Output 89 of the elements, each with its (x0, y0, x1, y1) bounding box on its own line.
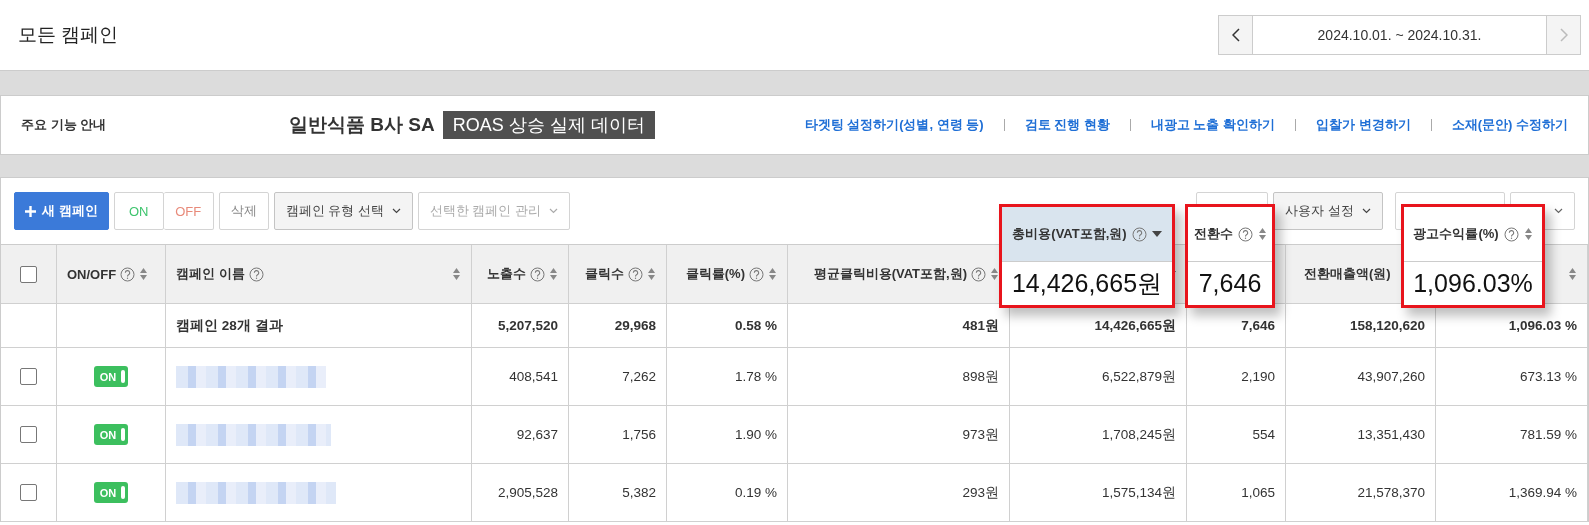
sort-icon[interactable] (1523, 227, 1533, 241)
header-cell[interactable]: 클릭률(%) (667, 245, 788, 304)
custom-settings-select[interactable]: 사용자 설정 (1273, 192, 1383, 230)
table-cell: 1,756 (569, 406, 667, 464)
table-cell: 13,351,430 (1286, 406, 1436, 464)
summary-label: 캠페인 28개 결과 (166, 304, 472, 348)
table-cell: 6,522,879원 (1010, 348, 1187, 406)
previous-button[interactable] (1219, 16, 1252, 54)
checkbox[interactable] (20, 426, 37, 443)
guide-link[interactable]: 입찰가 변경하기 (1316, 116, 1411, 134)
help-icon[interactable] (1237, 226, 1253, 242)
table-cell: 1,065 (1187, 464, 1286, 522)
guide-headline: 일반식품 B사 SA (289, 113, 435, 137)
table-cell: 1.78 % (667, 348, 788, 406)
chevron-down-icon (1554, 208, 1563, 214)
new-campaign-button[interactable]: 새 캠페인 (14, 192, 109, 230)
plus-icon (25, 205, 36, 217)
guide-link[interactable]: 검토 진행 현황 (1024, 116, 1110, 134)
dropdown-select[interactable]: 캠페인 유형 선택 (273, 192, 413, 230)
help-icon[interactable] (1131, 226, 1147, 242)
table-cell: 21,578,370 (1286, 464, 1436, 522)
guide-label: 주요 기능 안내 (21, 116, 108, 134)
chevron-down-icon (549, 208, 559, 214)
header-cell[interactable]: 클릭수 (569, 245, 667, 304)
callout-label: 광고수익률(%) (1413, 225, 1499, 243)
toggle-button[interactable]: OFF (163, 192, 214, 230)
table-cell: 92,637 (472, 406, 569, 464)
header-cell[interactable]: 노출수 (472, 245, 569, 304)
column-header: ON/OFF (67, 266, 117, 282)
chevron-down-icon (1362, 208, 1371, 214)
table-cell: 7,262 (569, 348, 667, 406)
table-cell: 5,382 (569, 464, 667, 522)
sort-icon[interactable] (452, 267, 461, 281)
table-cell: 554 (1187, 406, 1286, 464)
table-cell: 0.19 % (667, 464, 788, 522)
header-cell[interactable]: 캠페인 이름 (166, 245, 472, 304)
callout-label: 총비용(VAT포함,원) (1012, 225, 1127, 243)
table-cell: 1,369.94 % (1436, 464, 1588, 522)
page-title: 모든 캠페인 (18, 23, 119, 47)
column-header: 클릭률(%) (685, 265, 745, 283)
table-cell: 43,907,260 (1286, 348, 1436, 406)
guide-link[interactable]: 소재(문안) 수정하기 (1451, 116, 1568, 134)
chevron-down-icon (391, 208, 401, 214)
checkbox[interactable] (20, 265, 37, 283)
summary-cell: 0.58 % (667, 304, 788, 348)
table-cell: 781.59 % (1436, 406, 1588, 464)
delete-button[interactable]: 삭제 (218, 192, 269, 230)
callout-value: 7,646 (1198, 269, 1262, 298)
sort-icon[interactable] (1568, 267, 1577, 281)
header-cell[interactable]: ON/OFF (57, 245, 166, 304)
table-cell: 1,575,134원 (1010, 464, 1187, 522)
summary-cell: 5,207,520 (472, 304, 569, 348)
help-icon[interactable] (248, 266, 264, 282)
table-cell: 898원 (788, 348, 1010, 406)
table-cell: 973원 (788, 406, 1010, 464)
callout-value: 14,426,665원 (1011, 268, 1163, 299)
guide-link[interactable]: 내광고 노출 확인하기 (1150, 116, 1276, 134)
sort-desc-icon[interactable] (1151, 231, 1162, 237)
help-icon[interactable] (971, 266, 986, 282)
sort-icon[interactable] (768, 267, 777, 281)
column-header: 노출수 (487, 265, 526, 283)
summary-cell: 29,968 (569, 304, 667, 348)
help-icon[interactable] (530, 266, 545, 282)
help-icon[interactable] (749, 266, 764, 282)
table-cell: 673.13 % (1436, 348, 1588, 406)
table-cell: 408,541 (472, 348, 569, 406)
chevron-left-icon (1231, 28, 1240, 42)
sort-icon[interactable] (1257, 227, 1267, 241)
table-cell: 1,708,245원 (1010, 406, 1187, 464)
column-header: 전환매출액(원) (1304, 265, 1391, 283)
help-icon[interactable] (120, 266, 136, 282)
column-header: 평균클릭비용(VAT포함,원) (813, 265, 967, 283)
column-header: 캠페인 이름 (176, 265, 245, 283)
guide-tag: ROAS 상승 실제 데이터 (442, 111, 655, 139)
guide-link[interactable]: 타겟팅 설정하기(성별, 연령 등) (804, 116, 984, 134)
sort-icon[interactable] (139, 267, 149, 281)
checkbox[interactable] (20, 368, 37, 385)
help-icon[interactable] (1503, 226, 1519, 242)
table-cell: 293원 (788, 464, 1010, 522)
sort-icon[interactable] (647, 267, 656, 281)
sort-icon[interactable] (549, 267, 558, 281)
table-cell: 2,190 (1187, 348, 1286, 406)
checkbox[interactable] (20, 484, 37, 501)
callout-label: 전환수 (1193, 225, 1233, 243)
table-cell: 1.90 % (667, 406, 788, 464)
help-icon[interactable] (628, 266, 643, 282)
table-cell: 2,905,528 (472, 464, 569, 522)
chevron-right-icon (1559, 28, 1568, 42)
column-header: 클릭수 (585, 265, 624, 283)
